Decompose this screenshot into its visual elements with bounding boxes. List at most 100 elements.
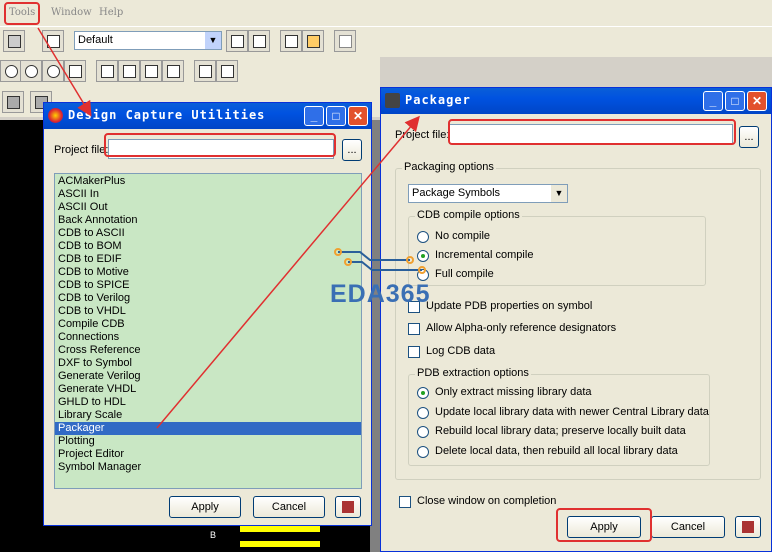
- dcu-utility-list[interactable]: ACMakerPlus ASCII In ASCII Out Back Annotat…: [54, 173, 362, 489]
- dcu-browse-button[interactable]: ...: [342, 139, 362, 161]
- maximize-button[interactable]: □: [725, 91, 745, 111]
- maximize-button[interactable]: □: [326, 106, 346, 126]
- list-item[interactable]: GHLD to HDL: [55, 396, 361, 409]
- app-icon: [385, 93, 400, 108]
- pdb-option-label: Delete local data, then rebuild all loca…: [435, 444, 678, 457]
- zoom-out-icon[interactable]: [20, 60, 42, 82]
- menu-help[interactable]: Help: [99, 7, 123, 18]
- packager-apply-highlight: [556, 508, 652, 542]
- info-icon[interactable]: [334, 30, 356, 52]
- app-icon: [48, 108, 63, 123]
- cdb-option-label: No compile: [435, 230, 491, 242]
- pdb-radio[interactable]: [417, 426, 429, 438]
- packaging-options-group: Packaging options Package Symbols ▼ CDB …: [395, 161, 761, 480]
- list-item[interactable]: DXF to Symbol: [55, 357, 361, 370]
- help-book-icon[interactable]: [335, 496, 361, 518]
- list-item[interactable]: Library Scale: [55, 409, 361, 422]
- copy-sheet-icon[interactable]: [226, 30, 248, 52]
- list-item[interactable]: CDB to BOM: [55, 240, 361, 253]
- pdb-option-label: Rebuild local library data; preserve loc…: [435, 425, 686, 437]
- chevron-down-icon: ▼: [551, 185, 567, 202]
- grid-icon[interactable]: [194, 60, 216, 82]
- dcu-apply-button[interactable]: Apply: [169, 496, 241, 518]
- properties-icon[interactable]: [302, 30, 324, 52]
- window-vert-icon[interactable]: [140, 60, 162, 82]
- close-on-completion-checkbox[interactable]: [399, 496, 411, 508]
- watermark-logo: [334, 248, 426, 274]
- list-item[interactable]: CDB to SPICE: [55, 279, 361, 292]
- pdb-options-label: PDB extraction options: [415, 367, 531, 379]
- paste-sheet-icon[interactable]: [248, 30, 270, 52]
- packager-window: Packager _ □ ✕ Project file: ... Packagi…: [380, 87, 772, 552]
- cdb-option-label: Incremental compile: [435, 249, 534, 261]
- filter-icon[interactable]: [216, 60, 238, 82]
- packager-browse-button[interactable]: ...: [739, 126, 759, 148]
- list-item[interactable]: ACMakerPlus: [55, 175, 361, 188]
- list-item[interactable]: ASCII Out: [55, 201, 361, 214]
- fit-icon[interactable]: [64, 60, 86, 82]
- dcu-cancel-button[interactable]: Cancel: [253, 496, 325, 518]
- pdb-radio[interactable]: [417, 445, 429, 458]
- pdb-option-label: Only extract missing library data: [435, 386, 592, 398]
- help-book-icon[interactable]: [735, 516, 761, 538]
- window-horiz-icon[interactable]: [118, 60, 140, 82]
- packager-project-file-highlight: [448, 119, 736, 145]
- alpha-ref-label: Allow Alpha-only reference designators: [426, 322, 617, 334]
- pdb-radio[interactable]: [417, 406, 429, 419]
- list-item[interactable]: Symbol Manager: [55, 461, 361, 474]
- packager-cancel-button[interactable]: Cancel: [651, 516, 725, 538]
- list-item[interactable]: Generate VHDL: [55, 383, 361, 396]
- packager-titlebar[interactable]: Packager _ □ ✕: [381, 88, 771, 114]
- list-item[interactable]: CDB to Verilog: [55, 292, 361, 305]
- canvas-marker: B: [210, 530, 217, 540]
- clipboard-icon[interactable]: [42, 30, 64, 52]
- minimize-button[interactable]: _: [304, 106, 324, 126]
- alpha-ref-checkbox[interactable]: [408, 323, 420, 335]
- play-icon[interactable]: [2, 91, 24, 113]
- list-item[interactable]: Packager: [55, 422, 361, 435]
- watermark-text: EDA365: [330, 280, 431, 308]
- packaging-mode-select[interactable]: Package Symbols ▼: [408, 184, 568, 203]
- close-button[interactable]: ✕: [348, 106, 368, 126]
- list-item[interactable]: CDB to Motive: [55, 266, 361, 279]
- packager-project-file-label: Project file:: [395, 129, 450, 141]
- list-item[interactable]: CDB to VHDL: [55, 305, 361, 318]
- cdb-options-group: CDB compile options No compile Incrementa…: [408, 209, 706, 286]
- update-pdb-label: Update PDB properties on symbol: [426, 300, 593, 312]
- list-item[interactable]: Connections: [55, 331, 361, 344]
- menu-window[interactable]: Window: [51, 7, 92, 18]
- window-cascade-icon[interactable]: [162, 60, 184, 82]
- list-item[interactable]: Generate Verilog: [55, 370, 361, 383]
- cdb-radio[interactable]: [417, 231, 429, 243]
- tool-icon[interactable]: [280, 30, 302, 52]
- dcu-project-file-highlight: [104, 133, 336, 157]
- list-item[interactable]: CDB to EDIF: [55, 253, 361, 266]
- minimize-button[interactable]: _: [703, 91, 723, 111]
- canvas-part: [240, 541, 320, 547]
- pdb-radio[interactable]: [417, 387, 429, 399]
- cdb-options-label: CDB compile options: [415, 209, 522, 221]
- zoom-in-icon[interactable]: [0, 60, 22, 82]
- list-item[interactable]: ASCII In: [55, 188, 361, 201]
- list-item[interactable]: Cross Reference: [55, 344, 361, 357]
- close-on-completion-label: Close window on completion: [417, 495, 557, 507]
- log-cdb-checkbox[interactable]: [408, 346, 420, 358]
- window-tile-icon[interactable]: [96, 60, 118, 82]
- list-item[interactable]: Compile CDB: [55, 318, 361, 331]
- cdb-option-label: Full compile: [435, 268, 494, 280]
- dcu-project-file-label: Project file:: [54, 144, 109, 156]
- toolbar-row-2: [0, 57, 380, 87]
- list-item[interactable]: Back Annotation: [55, 214, 361, 227]
- toolbar-row-1: Default ▼: [0, 27, 772, 57]
- dcu-titlebar[interactable]: Design Capture Utilities _ □ ✕: [44, 103, 371, 129]
- log-cdb-label: Log CDB data: [426, 345, 496, 357]
- list-item[interactable]: Plotting: [55, 435, 361, 448]
- pdb-options-group: PDB extraction options Only extract miss…: [408, 367, 710, 466]
- list-item[interactable]: CDB to ASCII: [55, 227, 361, 240]
- list-item[interactable]: Project Editor: [55, 448, 361, 461]
- schematic-select[interactable]: Default ▼: [74, 31, 222, 50]
- zoom-area-icon[interactable]: [42, 60, 64, 82]
- draw-icon[interactable]: [3, 30, 25, 52]
- canvas-part: [240, 526, 320, 532]
- close-button[interactable]: ✕: [747, 91, 767, 111]
